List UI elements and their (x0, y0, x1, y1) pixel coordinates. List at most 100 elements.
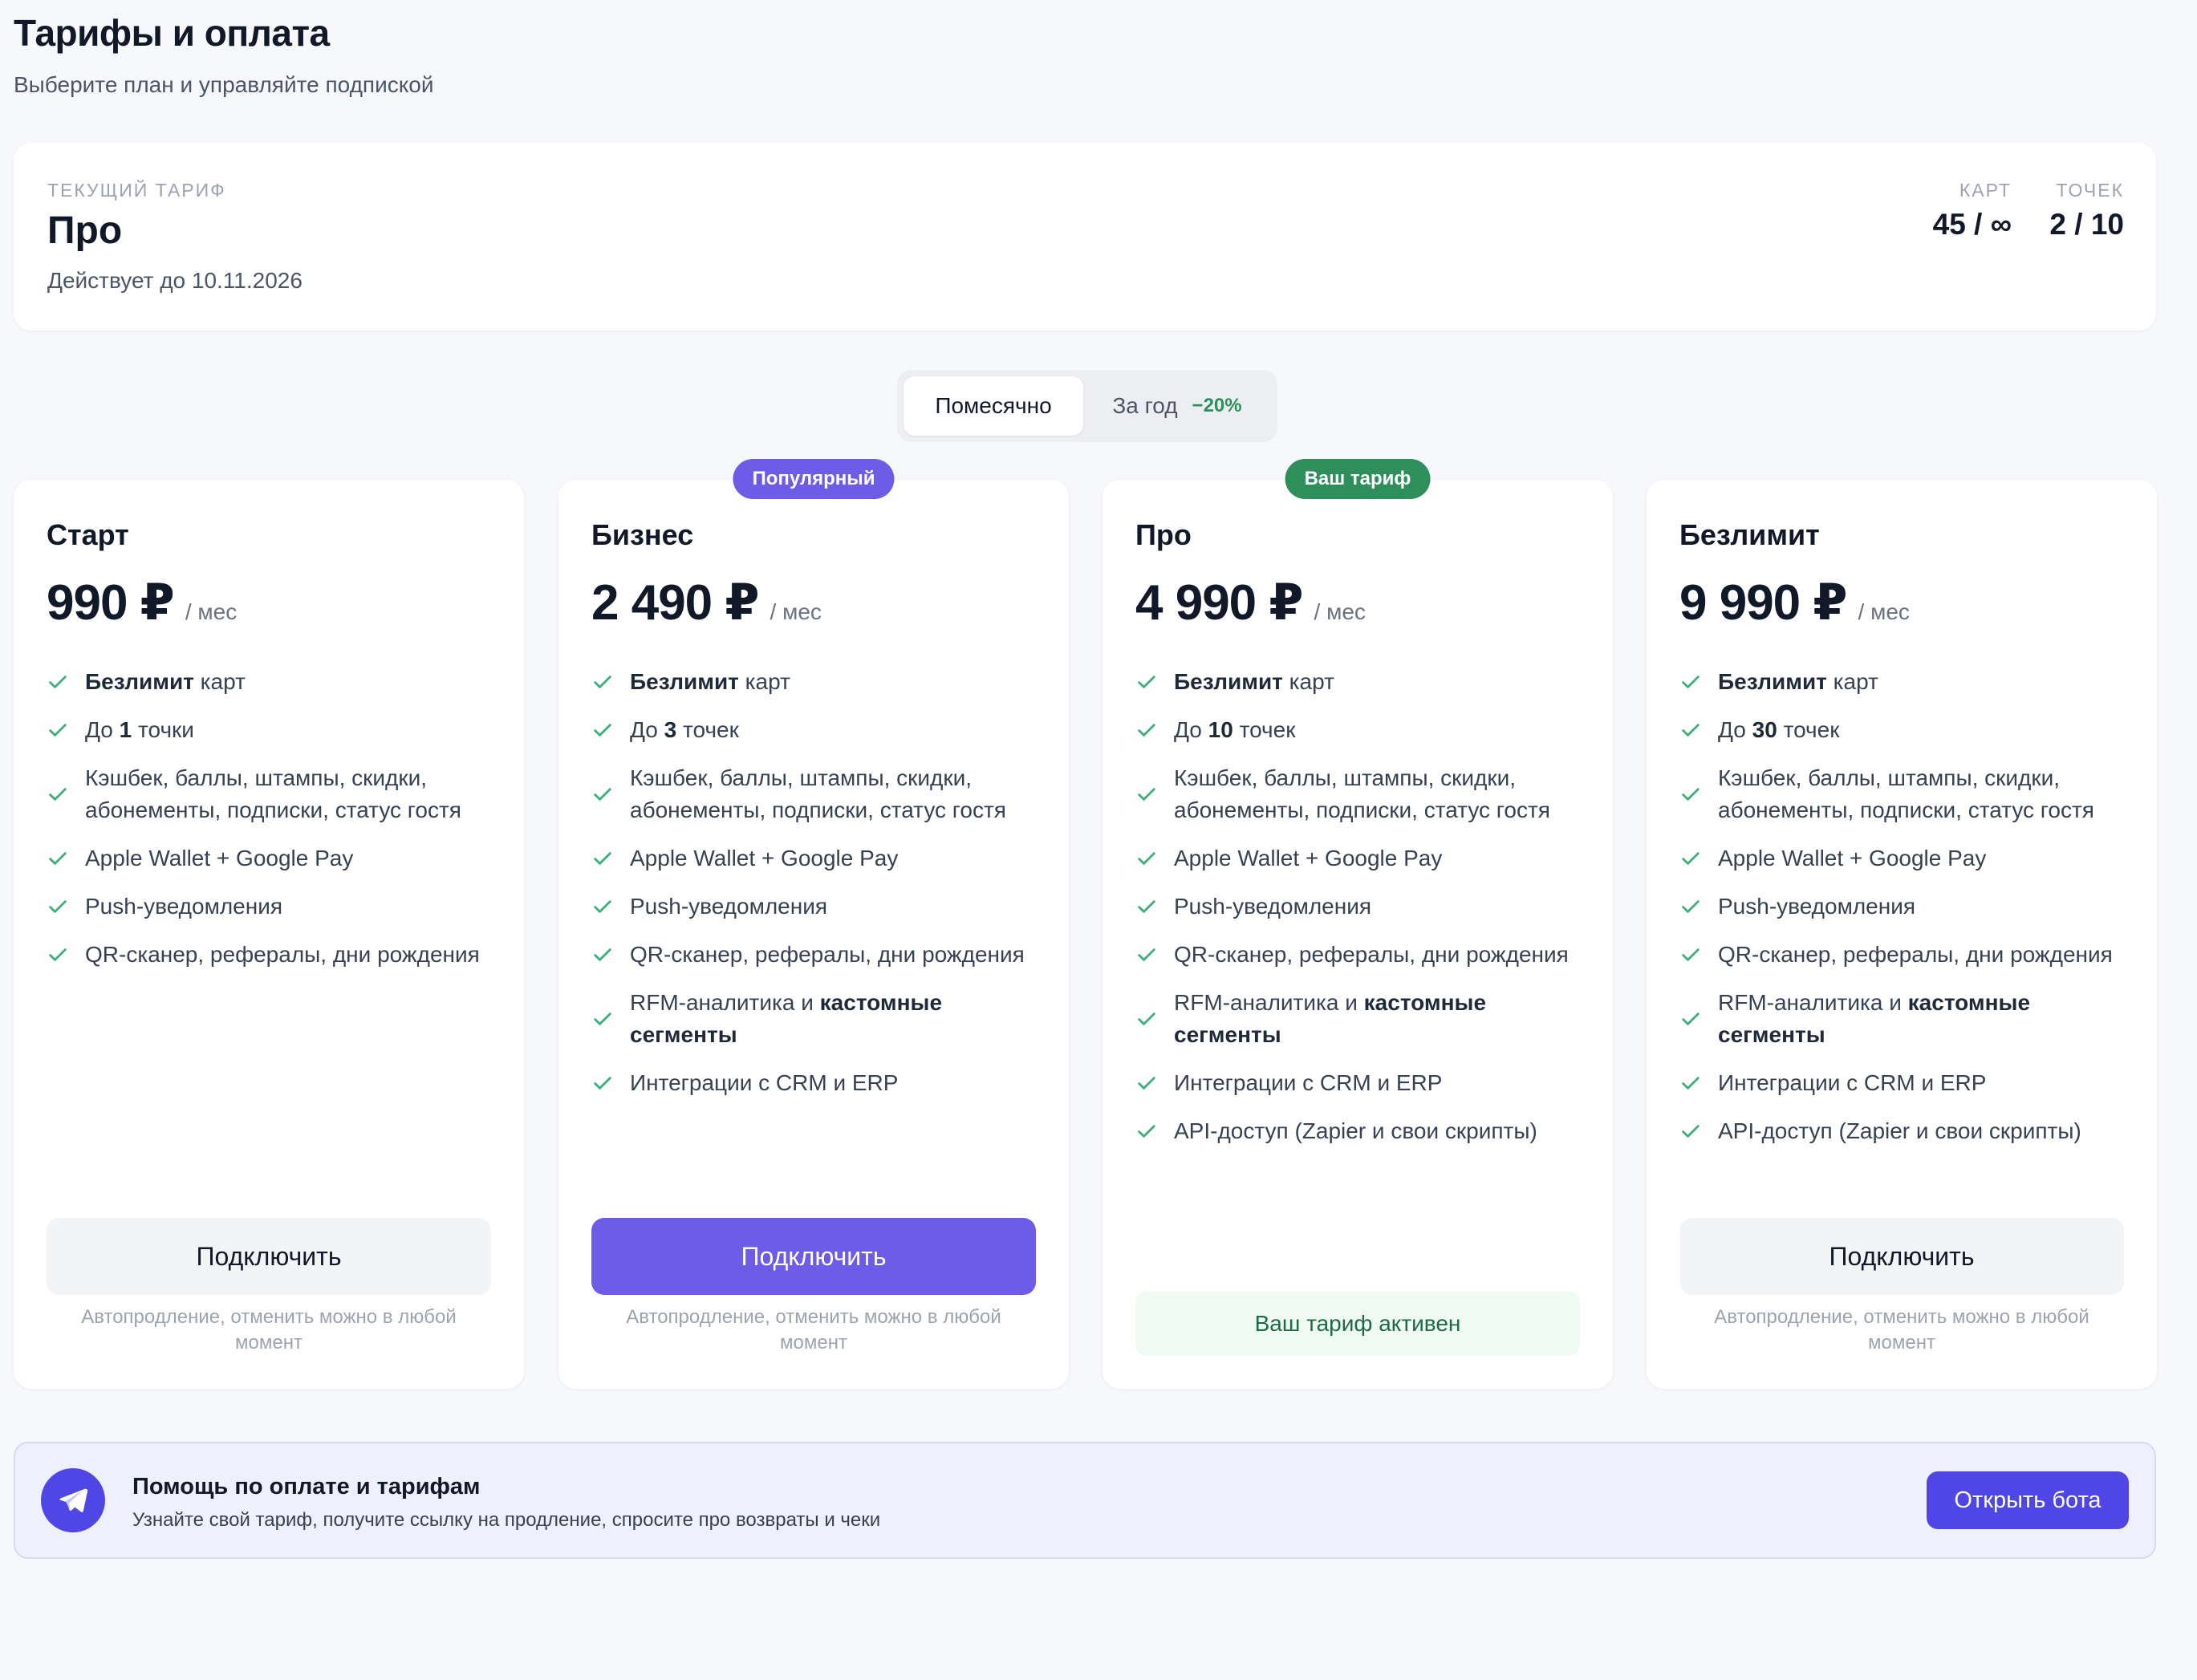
billing-page: Тарифы и оплата Выберите план и управляй… (0, 0, 2197, 1680)
feature-text: точек (1233, 717, 1296, 742)
yearly-discount-badge: −20% (1192, 395, 1242, 416)
feature-text: QR-сканер, рефералы, дни рождения (1718, 942, 2113, 967)
check-icon (1138, 676, 1155, 688)
feature-item: Push-уведомления (1679, 891, 2137, 923)
current-plan-label: ТЕКУЩИЙ ТАРИФ (47, 180, 226, 201)
check-icon (1682, 788, 1700, 801)
connect-button[interactable]: Подключить (1679, 1218, 2124, 1295)
check-icon (1138, 948, 1155, 961)
feature-text: Кэшбек, баллы, штампы, скидки, абонемент… (1718, 765, 2094, 822)
connect-button[interactable]: Подключить (47, 1218, 491, 1295)
help-banner: Помощь по оплате и тарифам Узнайте свой … (14, 1442, 2156, 1559)
feature-highlight: 30 (1752, 717, 1777, 742)
autorenew-note: Автопродление, отменить можно в любой мо… (1714, 1306, 2089, 1353)
check-icon (1138, 1012, 1155, 1025)
feature-item: Безлимит карт (1679, 666, 2137, 698)
toggle-yearly-label: За год (1112, 393, 1178, 418)
feature-item: До 10 точек (1135, 714, 1593, 746)
stat-cards: КАРТ 45 / ∞ (1933, 180, 2012, 241)
feature-item: API-доступ (Zapier и свои скрипты) (1679, 1115, 2137, 1147)
toggle-monthly[interactable]: Помесячно (904, 376, 1083, 436)
check-icon (1682, 1125, 1700, 1138)
feature-item: RFM-аналитика и кастомные сегменты (1679, 987, 2137, 1051)
check-icon (1138, 1077, 1155, 1090)
price-amount: 2 490 ₽ (591, 575, 760, 631)
feature-text: До (1718, 717, 1752, 742)
help-text: Узнайте свой тариф, получите ссылку на п… (132, 1509, 881, 1531)
feature-item: RFM-аналитика и кастомные сегменты (591, 987, 1049, 1051)
stat-points: ТОЧЕК 2 / 10 (2049, 180, 2124, 241)
plan-name: Про (1135, 518, 1192, 551)
feature-item: QR-сканер, рефералы, дни рождения (1679, 939, 2137, 971)
feature-item: Apple Wallet + Google Pay (1135, 842, 1593, 874)
feature-item: Кэшбек, баллы, штампы, скидки, абонемент… (1679, 762, 2137, 826)
feature-item: QR-сканер, рефералы, дни рождения (47, 939, 504, 971)
plan-name: Бизнес (591, 518, 694, 551)
feature-text: QR-сканер, рефералы, дни рождения (630, 942, 1025, 967)
check-icon (49, 676, 67, 688)
feature-text: RFM-аналитика и (1174, 990, 1364, 1015)
plan-card-start: Старт 990 ₽ / мес Безлимит карт До 1 точк… (14, 480, 524, 1389)
check-icon (1682, 1012, 1700, 1025)
feature-text: Кэшбек, баллы, штампы, скидки, абонемент… (85, 765, 461, 822)
feature-item: Безлимит карт (47, 666, 504, 698)
feature-text: Apple Wallet + Google Pay (85, 846, 354, 870)
feature-highlight: Безлимит (1174, 669, 1283, 694)
feature-text: точки (132, 717, 194, 742)
feature-item: Безлимит карт (591, 666, 1049, 698)
check-icon (594, 1077, 611, 1090)
feature-text: карт (1826, 669, 1878, 694)
feature-text: Push-уведомления (85, 894, 282, 919)
feature-text: До (1174, 717, 1208, 742)
connect-button[interactable]: Подключить (591, 1218, 1036, 1295)
feature-highlight: 10 (1208, 717, 1233, 742)
feature-item: Кэшбек, баллы, штампы, скидки, абонемент… (591, 762, 1049, 826)
feature-text: API-доступ (Zapier и свои скрипты) (1718, 1118, 2081, 1143)
feature-item: API-доступ (Zapier и свои скрипты) (1135, 1115, 1593, 1147)
check-icon (594, 948, 611, 961)
check-icon (1138, 900, 1155, 913)
feature-text: Apple Wallet + Google Pay (1174, 846, 1443, 870)
feature-text: Кэшбек, баллы, штампы, скидки, абонемент… (630, 765, 1006, 822)
price-period: / мес (1858, 599, 1910, 624)
feature-item: QR-сканер, рефералы, дни рождения (591, 939, 1049, 971)
check-icon (49, 852, 67, 865)
check-icon (49, 948, 67, 961)
check-icon (1138, 724, 1155, 737)
autorenew-note: Автопродление, отменить можно в любой мо… (81, 1306, 457, 1353)
current-plan-badge: Ваш тариф (1285, 459, 1431, 499)
feature-text: точек (1777, 717, 1840, 742)
price-period: / мес (1314, 599, 1366, 624)
plan-price: 990 ₽ / мес (47, 573, 237, 631)
feature-item: Кэшбек, баллы, штампы, скидки, абонемент… (1135, 762, 1593, 826)
check-icon (594, 1012, 611, 1025)
feature-item: До 3 точек (591, 714, 1049, 746)
open-bot-button[interactable]: Открыть бота (1927, 1471, 2129, 1529)
check-icon (1138, 852, 1155, 865)
feature-text: До (85, 717, 120, 742)
feature-text: Apple Wallet + Google Pay (630, 846, 899, 870)
check-icon (1682, 948, 1700, 961)
feature-item: QR-сканер, рефералы, дни рождения (1135, 939, 1593, 971)
plan-price: 4 990 ₽ / мес (1135, 573, 1366, 631)
help-title: Помощь по оплате и тарифам (132, 1474, 481, 1499)
feature-list: Безлимит карт До 30 точек Кэшбек, баллы, ш… (1679, 666, 2137, 1163)
plan-card-pro: Ваш тариф Про 4 990 ₽ / мес Безлимит кар… (1103, 459, 1613, 1389)
feature-text: Интеграции с CRM и ERP (630, 1070, 899, 1095)
price-amount: 4 990 ₽ (1135, 575, 1304, 631)
current-plan-card: ТЕКУЩИЙ ТАРИФ Про Действует до 10.11.202… (14, 143, 2156, 331)
check-icon (49, 900, 67, 913)
feature-highlight: 3 (664, 717, 677, 742)
feature-item: RFM-аналитика и кастомные сегменты (1135, 987, 1593, 1051)
plan-price: 9 990 ₽ / мес (1679, 573, 1910, 631)
autorenew-note: Автопродление, отменить можно в любой мо… (626, 1306, 1001, 1353)
feature-text: Apple Wallet + Google Pay (1718, 846, 1987, 870)
stat-cards-label: КАРТ (1959, 180, 2012, 201)
price-amount: 990 ₽ (47, 575, 175, 631)
toggle-yearly[interactable]: За год −20% (1083, 376, 1271, 436)
feature-text: RFM-аналитика и (630, 990, 820, 1015)
feature-text: Push-уведомления (630, 894, 827, 919)
feature-text: карт (193, 669, 246, 694)
feature-list: Безлимит карт До 3 точек Кэшбек, баллы, шт… (591, 666, 1049, 1115)
stat-points-label: ТОЧЕК (2056, 180, 2124, 201)
